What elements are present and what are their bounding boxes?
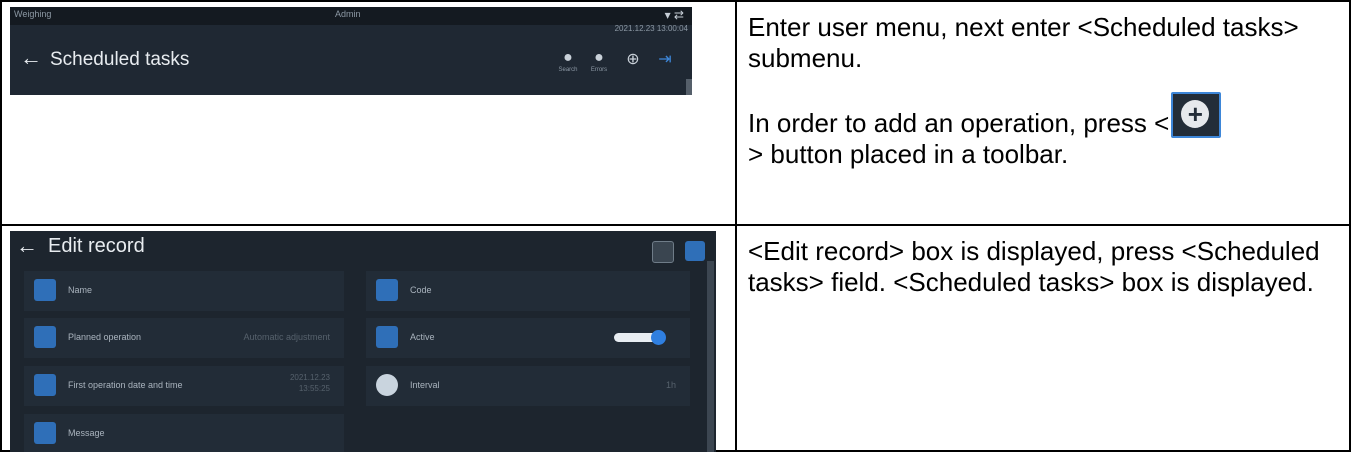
add-icon[interactable]: ⊕ [622, 49, 644, 73]
table-column-divider [735, 0, 737, 452]
document-icon [34, 326, 56, 348]
instruction-text-bottom: <Edit record> box is displayed, press <S… [748, 236, 1343, 312]
back-arrow-icon[interactable]: ← [20, 45, 42, 71]
message-field[interactable]: Message [24, 414, 344, 452]
edit-record-screenshot: ← Edit record Name Code Planned operatio… [10, 231, 716, 452]
clock-icon [376, 374, 398, 396]
calendar-clock-icon [34, 374, 56, 396]
exit-icon[interactable] [685, 241, 705, 261]
code-icon [376, 279, 398, 301]
document-icon [376, 326, 398, 348]
instruction-text-top: Enter user menu, next enter <Scheduled t… [748, 12, 1343, 184]
status-bar: Weighing Admin ▾ ⇄ [10, 7, 692, 25]
exit-icon[interactable]: ⇥ [654, 49, 676, 73]
first-operation-field[interactable]: First operation date and time 2021.12.23… [24, 366, 344, 406]
instruction-line-1: Enter user menu, next enter <Scheduled t… [748, 12, 1299, 73]
instruction-line-2-end: > button placed in a toolbar. [748, 139, 1069, 169]
code-field[interactable]: Code [366, 271, 690, 311]
scrollbar[interactable] [686, 79, 692, 95]
table-border-top [0, 0, 1351, 2]
status-mode: Weighing [14, 9, 52, 19]
scrollbar[interactable] [707, 261, 714, 452]
table-border-left [0, 0, 2, 452]
plus-icon: + [1181, 100, 1210, 128]
user-card-icon [34, 279, 56, 301]
first-operation-date: 2021.12.23 [289, 373, 330, 382]
active-toggle[interactable] [614, 330, 666, 345]
name-label: Name [68, 285, 93, 295]
toolbar-label-search: Search [558, 67, 578, 73]
interval-field[interactable]: Interval 1h [366, 366, 690, 406]
code-label: Code [410, 285, 432, 295]
name-field[interactable]: Name [24, 271, 344, 311]
instruction-line-2-start: In order to add an operation, press < [748, 108, 1170, 138]
active-label: Active [410, 332, 435, 342]
wifi-icon: ▾ ⇄ [664, 8, 684, 22]
status-datetime: 2021.12.23 13:00:04 [614, 24, 688, 33]
page-title: Scheduled tasks [50, 49, 190, 70]
instruction-table: Weighing Admin ▾ ⇄ 2021.12.23 13:00:04 ←… [0, 0, 1351, 452]
plus-circle-icon: + [1171, 92, 1222, 138]
interval-value: 1h [665, 380, 676, 390]
back-arrow-icon[interactable]: ← [16, 233, 38, 259]
status-user: Admin [335, 9, 361, 19]
scheduled-tasks-screenshot: Weighing Admin ▾ ⇄ 2021.12.23 13:00:04 ←… [10, 7, 692, 95]
first-operation-time: 13:55:25 [298, 384, 330, 393]
first-operation-value: 2021.12.23 13:55:25 [240, 372, 330, 394]
message-icon [34, 422, 56, 444]
table-row-divider [0, 224, 1351, 226]
instruction-line-2: In order to add an operation, press < + > … [748, 92, 1343, 170]
save-icon[interactable] [652, 241, 674, 263]
planned-operation-value: Automatic adjustment [243, 332, 330, 342]
interval-label: Interval [410, 380, 440, 390]
page-title: Edit record [48, 235, 145, 257]
planned-operation-field[interactable]: Planned operation Automatic adjustment [24, 318, 344, 358]
instruction-bottom-paragraph: <Edit record> box is displayed, press <S… [748, 236, 1320, 297]
first-operation-label: First operation date and time [68, 380, 183, 390]
toggle-knob [651, 330, 666, 345]
active-field[interactable]: Active [366, 318, 690, 358]
message-label: Message [68, 428, 105, 438]
toolbar-label-errors: Errors [590, 67, 608, 73]
planned-operation-label: Planned operation [68, 332, 142, 342]
